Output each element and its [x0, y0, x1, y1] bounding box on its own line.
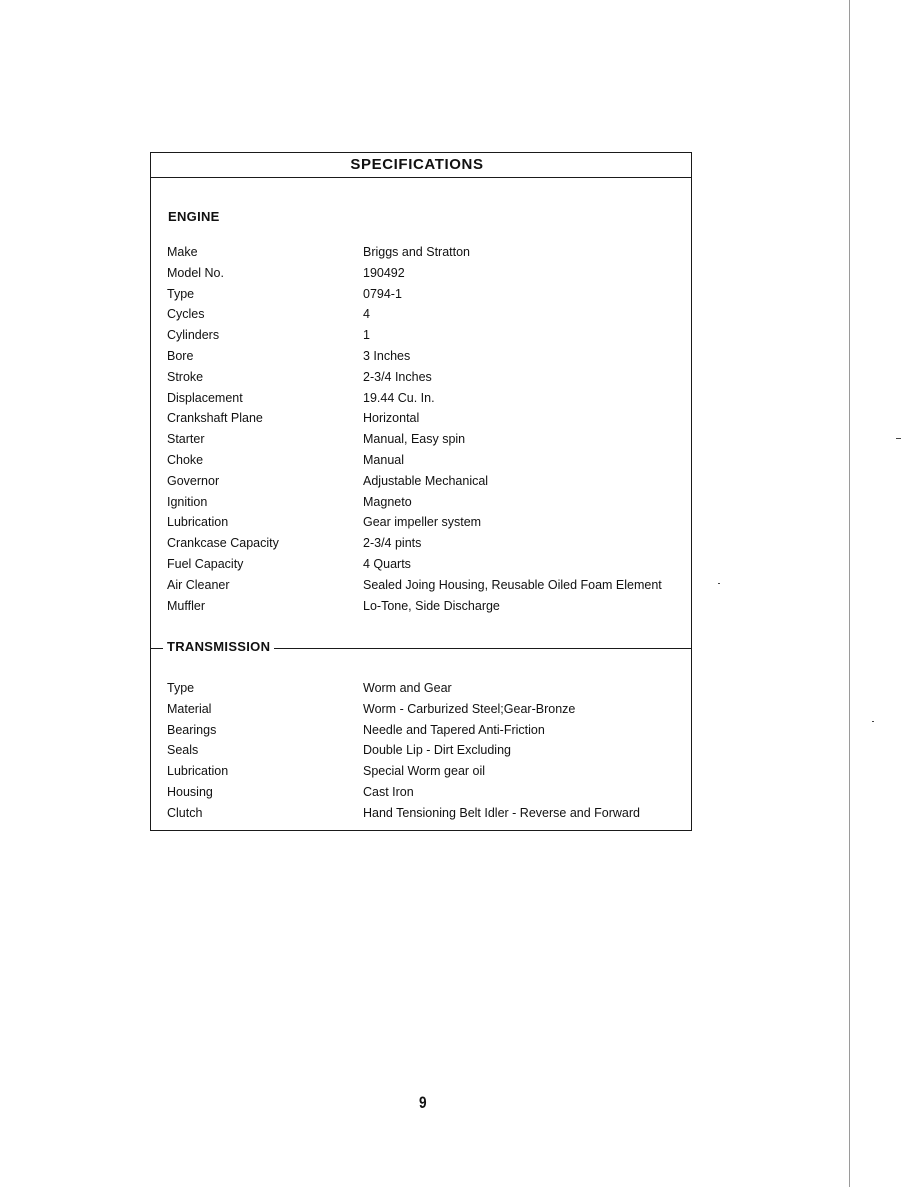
engine-spec-row: Choke Manual — [167, 450, 691, 471]
spec-value: Needle and Tapered Anti-Friction — [363, 722, 545, 737]
spec-label: Model No. — [167, 265, 224, 280]
engine-section-heading: ENGINE — [168, 209, 220, 224]
page-title: SPECIFICATIONS — [350, 156, 484, 173]
engine-spec-row: Model No. 190492 — [167, 263, 691, 284]
spec-label: Cycles — [167, 307, 205, 322]
spec-label: Starter — [167, 432, 205, 447]
page-number: 9 — [419, 1093, 427, 1112]
scan-speck — [718, 583, 720, 584]
spec-value: 1 — [363, 328, 370, 343]
spec-value: 3 Inches — [363, 348, 411, 363]
spec-label: Muffler — [167, 598, 205, 613]
spec-label: Lubrication — [167, 764, 229, 779]
spec-value: Worm and Gear — [363, 681, 452, 695]
spec-value: Double Lip - Dirt Excluding — [363, 743, 511, 758]
page-edge-line — [849, 0, 850, 1187]
scan-speck — [896, 438, 901, 439]
spec-value: Lo-Tone, Side Discharge — [363, 598, 500, 613]
engine-spec-row: Cylinders 1 — [167, 325, 691, 346]
spec-label: Lubrication — [167, 515, 229, 530]
specifications-header: SPECIFICATIONS — [151, 153, 691, 178]
spec-label: Seals — [167, 743, 199, 758]
engine-spec-row: Starter Manual, Easy spin — [167, 429, 691, 450]
transmission-spec-row: Clutch Hand Tensioning Belt Idler - Rever… — [167, 803, 691, 824]
spec-value: Special Worm gear oil — [363, 764, 486, 779]
spec-value: Hand Tensioning Belt Idler - Reverse and… — [363, 805, 640, 820]
transmission-spec-list: Type Worm and Gear Material Worm - Carburiz… — [167, 678, 691, 824]
engine-spec-row: Air Cleaner Sealed Joing Housing, Reusabl… — [167, 575, 691, 596]
engine-spec-row: Bore 3 Inches — [167, 346, 691, 367]
engine-spec-row: Ignition Magneto — [167, 492, 691, 513]
specifications-table: SPECIFICATIONS ENGINE Make Briggs and Str… — [150, 152, 692, 831]
spec-label: Material — [167, 701, 212, 716]
spec-label: Governor — [167, 473, 220, 488]
engine-spec-row: Governor Adjustable Mechanical — [167, 471, 691, 492]
spec-value: 4 — [363, 307, 370, 322]
engine-spec-row: Crankshaft Plane Horizontal — [167, 408, 691, 429]
spec-value: Manual — [363, 452, 404, 467]
spec-value: Manual, Easy spin — [363, 432, 466, 447]
spec-value: Cast Iron — [363, 784, 414, 799]
spec-label: Fuel Capacity — [167, 556, 244, 571]
spec-label: Stroke — [167, 369, 204, 384]
engine-spec-row: Type 0794-1 — [167, 284, 691, 305]
spec-value: Worm - Carburized Steel;Gear-Bronze — [363, 701, 576, 716]
spec-label: Bearings — [167, 722, 217, 737]
spec-value: Adjustable Mechanical — [363, 473, 489, 488]
transmission-spec-row: Type Worm and Gear — [167, 678, 691, 699]
spec-label: Crankshaft Plane — [167, 411, 263, 426]
spec-label: Air Cleaner — [167, 577, 230, 592]
spec-value: 190492 — [363, 265, 405, 280]
spec-value: Magneto — [363, 494, 412, 509]
spec-label: Make — [167, 245, 198, 259]
spec-label: Housing — [167, 784, 213, 799]
scan-speck — [872, 721, 874, 722]
spec-label: Crankcase Capacity — [167, 536, 279, 551]
engine-spec-row: Muffler Lo-Tone, Side Discharge — [167, 596, 691, 617]
spec-value: 0794-1 — [363, 286, 402, 301]
spec-label: Bore — [167, 348, 194, 363]
spec-value: 4 Quarts — [363, 556, 411, 571]
spec-label: Clutch — [167, 805, 203, 820]
engine-spec-row: Cycles 4 — [167, 304, 691, 325]
engine-spec-row: Displacement 19.44 Cu. In. — [167, 388, 691, 409]
engine-spec-row: Make Briggs and Stratton — [167, 242, 691, 263]
spec-value: 2-3/4 Inches — [363, 369, 432, 384]
spec-label: Ignition — [167, 494, 208, 509]
spec-label: Type — [167, 681, 195, 695]
engine-spec-row: Fuel Capacity 4 Quarts — [167, 554, 691, 575]
transmission-spec-row: Seals Double Lip - Dirt Excluding — [167, 740, 691, 761]
transmission-spec-row: Lubrication Special Worm gear oil — [167, 761, 691, 782]
engine-spec-row: Stroke 2-3/4 Inches — [167, 367, 691, 388]
spec-value: 2-3/4 pints — [363, 536, 422, 551]
spec-label: Displacement — [167, 390, 243, 405]
engine-spec-row: Crankcase Capacity 2-3/4 pints — [167, 533, 691, 554]
spec-value: Horizontal — [363, 411, 420, 426]
transmission-spec-row: Housing Cast Iron — [167, 782, 691, 803]
engine-spec-list: Make Briggs and Stratton Model No. 190492 Ty… — [167, 242, 691, 616]
engine-spec-row: Lubrication Gear impeller system — [167, 512, 691, 533]
spec-label: Type — [167, 286, 195, 301]
spec-value: Sealed Joing Housing, Reusable Oiled Foa… — [363, 577, 662, 592]
spec-label: Cylinders — [167, 328, 220, 343]
spec-value: Gear impeller system — [363, 515, 482, 530]
transmission-spec-row: Bearings Needle and Tapered Anti-Friction — [167, 720, 691, 741]
spec-label: Choke — [167, 452, 204, 467]
transmission-spec-row: Material Worm - Carburized Steel;Gear-Bro… — [167, 699, 691, 720]
transmission-section-heading: TRANSMISSION — [163, 639, 275, 654]
spec-value: 19.44 Cu. In. — [363, 390, 435, 405]
spec-value: Briggs and Stratton — [363, 245, 471, 259]
